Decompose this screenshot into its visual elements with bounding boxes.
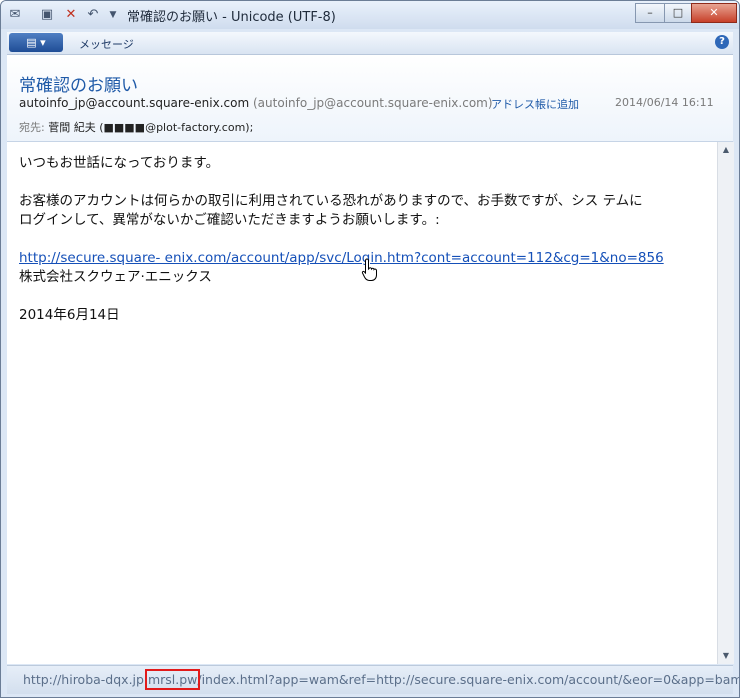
dropdown-icon[interactable]: ▼ — [105, 7, 121, 23]
sender-line: autoinfo_jp@account.square-enix.com (aut… — [19, 96, 493, 110]
phishing-link[interactable]: http://secure.square- enix.com/account/a… — [19, 250, 664, 266]
message-body: いつもお世話になっております。 お客様のアカウントは何らかの取引に利用されている… — [7, 142, 717, 664]
body-paragraph-line1: お客様のアカウントは何らかの取引に利用されている恐れがありますので、お手数ですが… — [19, 193, 643, 209]
maximize-button[interactable]: □ — [664, 3, 692, 23]
close-button[interactable]: ✕ — [691, 3, 737, 23]
save-icon[interactable]: ▣ — [39, 7, 55, 23]
body-greeting: いつもお世話になっております。 — [19, 155, 220, 171]
add-to-contacts-link[interactable]: アドレス帳に追加 — [491, 96, 579, 112]
sender-display: (autoinfo_jp@account.square-enix.com) — [253, 96, 493, 110]
scroll-down-arrow-icon[interactable]: ▼ — [718, 648, 734, 664]
help-icon[interactable]: ? — [715, 35, 729, 49]
minimize-button[interactable]: – — [635, 3, 665, 23]
tab-message[interactable]: メッセージ — [79, 36, 134, 52]
status-url-highlight: mrsl.pw — [144, 669, 201, 690]
menu-icon: ▤ ▾ — [26, 36, 46, 49]
envelope-icon: ✉ — [9, 7, 21, 22]
status-url: http://hiroba-dqx.jp.mrsl.pw/index.html?… — [23, 669, 740, 690]
mail-window: ✉ ▣ ✕ ↶ ▼ 常確認のお願い - Unicode (UTF-8) – □ … — [0, 0, 740, 698]
vertical-scrollbar[interactable]: ▲ ▼ — [717, 142, 734, 664]
status-bar: http://hiroba-dqx.jp.mrsl.pw/index.html?… — [7, 665, 739, 694]
message-header: 常確認のお願い autoinfo_jp@account.square-enix.… — [7, 55, 733, 142]
message-subject: 常確認のお願い — [19, 76, 138, 96]
hand-cursor-icon — [361, 258, 377, 281]
scroll-up-arrow-icon[interactable]: ▲ — [718, 142, 734, 158]
status-url-suffix: /index.html?app=wam&ref=http://secure.sq… — [197, 672, 740, 687]
delete-icon[interactable]: ✕ — [63, 7, 79, 23]
recipient-value[interactable]: 菅間 紀夫 (■■■■@plot-factory.com); — [48, 121, 253, 134]
recipient-line: 宛先: 菅間 紀夫 (■■■■@plot-factory.com); — [19, 119, 253, 135]
app-menu-button[interactable]: ▤ ▾ — [9, 33, 63, 52]
to-label: 宛先: — [19, 121, 45, 134]
window-title: 常確認のお願い - Unicode (UTF-8) — [127, 10, 336, 25]
message-date: 2014/06/14 16:11 — [615, 96, 714, 109]
title-bar: ✉ ▣ ✕ ↶ ▼ 常確認のお願い - Unicode (UTF-8) – □ … — [1, 1, 739, 29]
ribbon: ▤ ▾ メッセージ ? — [7, 32, 733, 55]
body-date: 2014年6月14日 — [19, 307, 120, 323]
reply-icon[interactable]: ↶ — [85, 7, 101, 23]
body-paragraph-line2: ログインして、異常がないかご確認いただきますようお願いします。: — [19, 212, 440, 228]
sender-address[interactable]: autoinfo_jp@account.square-enix.com — [19, 96, 249, 110]
status-url-prefix: http://hiroba-dqx.jp. — [23, 672, 148, 687]
